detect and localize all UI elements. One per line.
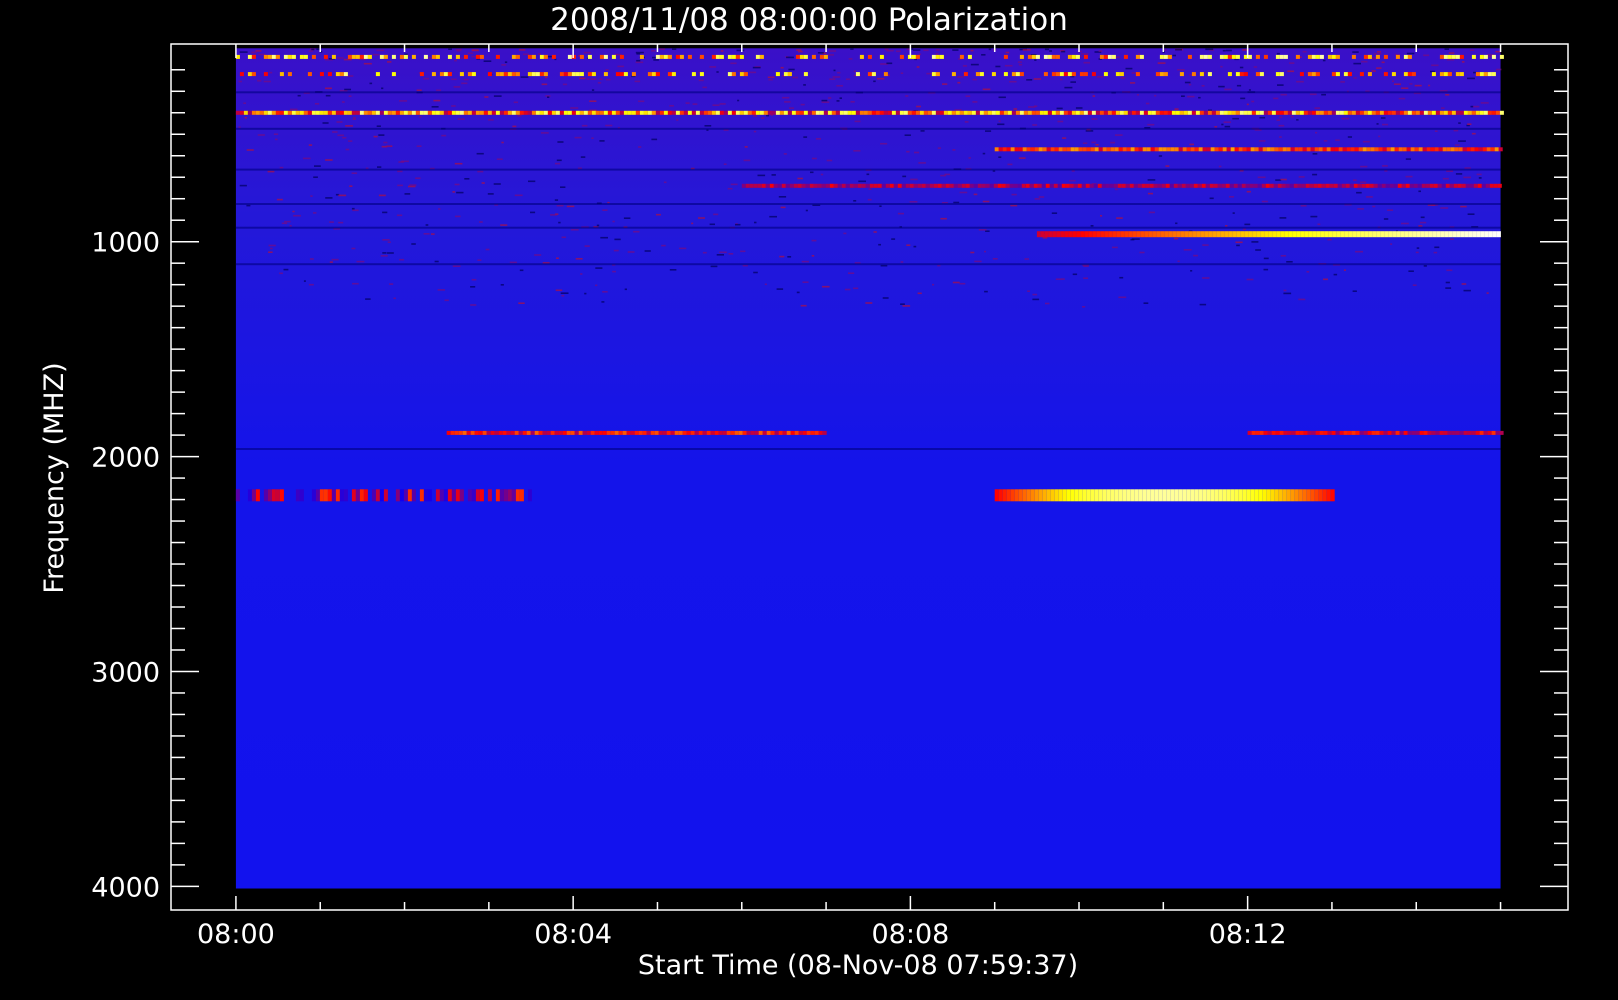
dark-streak	[235, 91, 1501, 94]
x-axis-label: Start Time (08-Nov-08 07:59:37)	[638, 950, 1078, 981]
x-tick-label: 08:00	[197, 919, 275, 950]
emission-band	[741, 183, 1502, 188]
spectrogram-chart: 2008/11/08 08:00:00 Polarization 08:00 08…	[39, 2, 1569, 981]
y-tick-label: 2000	[91, 443, 160, 474]
dark-streak	[235, 203, 1501, 205]
emission-band	[994, 489, 1335, 502]
emission-band	[235, 110, 1504, 115]
x-tick-label: 08:12	[1209, 919, 1287, 950]
y-tick-label: 1000	[91, 228, 160, 259]
x-tick-labels: 08:00 08:04 08:08 08:12	[197, 919, 1287, 950]
dark-streak	[235, 168, 1501, 171]
emission-band	[446, 430, 827, 435]
emission-band	[994, 147, 1503, 152]
emission-band	[1247, 430, 1504, 435]
y-tick-labels: 1000 2000 3000 4000	[91, 228, 160, 904]
x-tick-label: 08:04	[534, 919, 612, 950]
y-axis-label: Frequency (MHZ)	[39, 362, 70, 593]
y-tick-label: 4000	[91, 872, 160, 903]
chart-title: 2008/11/08 08:00:00 Polarization	[550, 2, 1068, 38]
emission-band	[235, 54, 1504, 59]
dark-streak	[235, 263, 1501, 266]
dark-streak	[235, 448, 1501, 450]
dark-streak	[235, 226, 1501, 229]
y-tick-label: 3000	[91, 658, 160, 689]
x-tick-label: 08:08	[871, 919, 949, 950]
emission-band	[1036, 231, 1501, 238]
dark-streak	[235, 127, 1501, 130]
heatmap-area	[235, 48, 1504, 889]
